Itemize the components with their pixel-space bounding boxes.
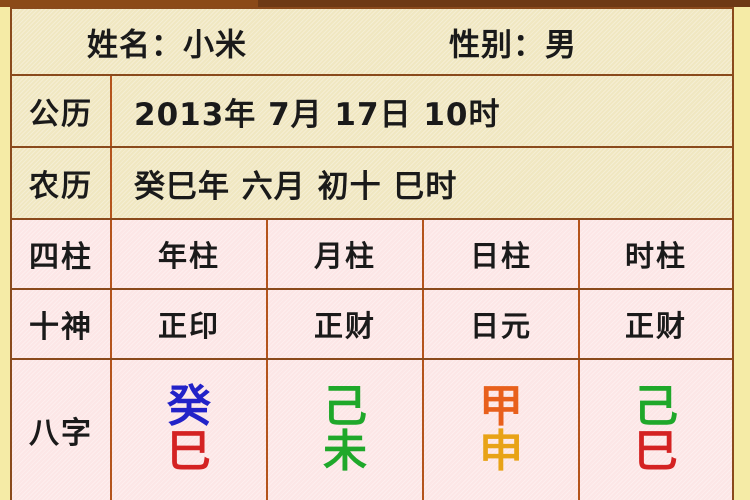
bazi-month-stem: 己 [323,381,367,433]
person-info-row: 姓名：小米 性别：男 [12,9,732,76]
pillar-month-header-cell: 月柱 [268,220,424,288]
four-pillars-row: 四柱 年柱 月柱 日柱 时柱 [12,220,732,290]
lunar-date-value: 癸巳年 六月 初十 巳时 [134,168,458,205]
ten-gods-hour-value: 正财 [624,309,687,343]
lunar-date-label-cell: 农历 [12,148,112,218]
bazi-hour-stem: 己 [634,381,678,433]
bazi-day-branch: 申 [479,426,523,477]
solar-date-row: 公历 2013年 7月 17日 10时 [12,76,732,148]
bazi-month-cell: 己 未 [268,360,424,500]
solar-date-value-cell: 2013年 7月 17日 10时 [112,76,732,146]
bazi-year-cell: 癸 巳 [112,360,268,500]
solar-date-label-cell: 公历 [12,76,112,146]
bazi-month-stack: 己 未 [323,381,367,477]
bazi-day-cell: 甲 申 [424,360,580,500]
bazi-year-branch: 巳 [167,426,211,477]
bazi-hour-branch: 巳 [634,426,678,477]
four-pillars-label: 四柱 [29,240,93,275]
bazi-year-stem: 癸 [167,381,211,433]
ten-gods-day-cell: 日元 [424,290,580,358]
pillar-day-header: 日柱 [469,239,532,273]
bazi-hour-cell: 己 巳 [580,360,732,500]
lunar-date-label: 农历 [29,169,93,204]
bazi-chart-page: 姓名：小米 性别：男 公历 2013年 7月 17日 10时 农历 癸巳年 六月… [0,0,750,500]
pillar-hour-header: 时柱 [624,239,687,273]
bazi-table: 姓名：小米 性别：男 公历 2013年 7月 17日 10时 农历 癸巳年 六月… [10,7,734,500]
lunar-date-value-cell: 癸巳年 六月 初十 巳时 [112,148,732,218]
pillar-year-header-cell: 年柱 [112,220,268,288]
ten-gods-label: 十神 [29,310,93,345]
pillar-hour-header-cell: 时柱 [580,220,732,288]
bazi-label: 八字 [29,416,93,451]
bazi-label-cell: 八字 [12,360,112,500]
bazi-day-stack: 甲 申 [479,381,523,477]
bazi-day-stem: 甲 [479,381,523,433]
bazi-hour-stack: 己 巳 [634,381,678,477]
ten-gods-month-cell: 正财 [268,290,424,358]
ten-gods-label-cell: 十神 [12,290,112,358]
bazi-year-stack: 癸 巳 [167,381,211,477]
lunar-date-row: 农历 癸巳年 六月 初十 巳时 [12,148,732,220]
solar-date-value: 2013年 7月 17日 10时 [134,96,501,133]
ten-gods-row: 十神 正印 正财 日元 正财 [12,290,732,360]
pillar-month-header: 月柱 [313,239,376,273]
ten-gods-day-value: 日元 [469,309,532,343]
pillar-year-header: 年柱 [157,239,220,273]
bazi-characters-row: 八字 癸 巳 己 未 甲 申 己 巳 [12,360,732,500]
ten-gods-hour-cell: 正财 [580,290,732,358]
person-name-text: 姓名：小米 [87,27,247,63]
top-bar-right-accent [258,0,750,7]
pillar-day-header-cell: 日柱 [424,220,580,288]
person-gender-text: 性别：男 [449,27,577,63]
ten-gods-year-cell: 正印 [112,290,268,358]
top-bar-left-accent [0,0,258,7]
solar-date-label: 公历 [29,97,93,132]
ten-gods-month-value: 正财 [313,309,376,343]
four-pillars-label-cell: 四柱 [12,220,112,288]
ten-gods-year-value: 正印 [157,309,220,343]
bazi-month-branch: 未 [323,426,367,477]
